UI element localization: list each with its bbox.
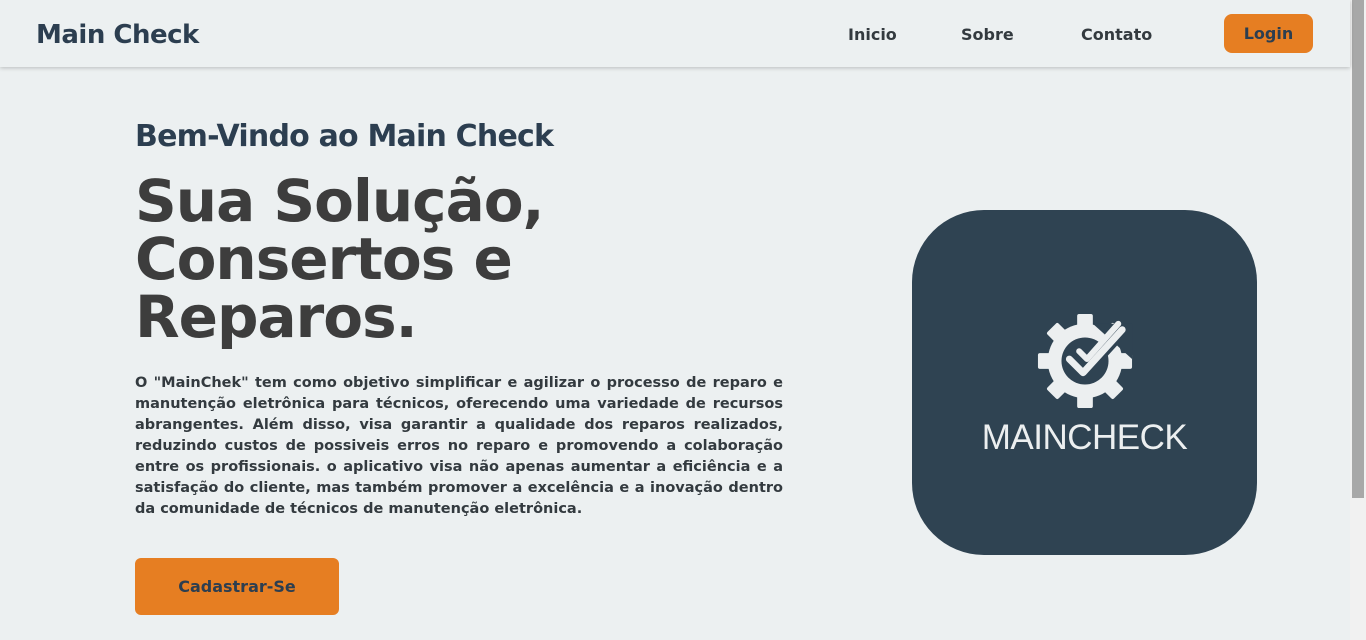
headline-line: Reparos. <box>135 283 418 351</box>
logo-wordmark: MAINCHECK <box>981 418 1188 457</box>
hero-description: O "MainChek" tem como objetivo simplific… <box>135 375 783 517</box>
signup-button[interactable]: Cadastrar-Se <box>135 558 339 615</box>
navbar: Main Check Inicio Sobre Contato Login <box>0 0 1350 67</box>
nav-link-contato[interactable]: Contato <box>1081 24 1152 46</box>
headline-line: Sua Solução, <box>135 167 545 235</box>
page: Main Check Inicio Sobre Contato Login Be… <box>0 0 1350 640</box>
maincheck-logo-card: MAINCHECK <box>912 210 1257 555</box>
scrollbar-thumb[interactable] <box>1352 0 1364 498</box>
nav-link-sobre[interactable]: Sobre <box>961 24 1014 46</box>
gear-check-icon <box>1037 313 1133 409</box>
welcome-heading: Bem-Vindo ao Main Check <box>135 119 554 154</box>
login-button[interactable]: Login <box>1224 14 1313 53</box>
brand-logo[interactable]: Main Check <box>36 17 199 53</box>
headline-line: Consertos e <box>135 225 513 293</box>
nav-link-inicio[interactable]: Inicio <box>848 24 897 46</box>
hero-headline: Sua Solução, Consertos e Reparos. <box>135 172 695 346</box>
scrollbar[interactable] <box>1350 0 1366 640</box>
